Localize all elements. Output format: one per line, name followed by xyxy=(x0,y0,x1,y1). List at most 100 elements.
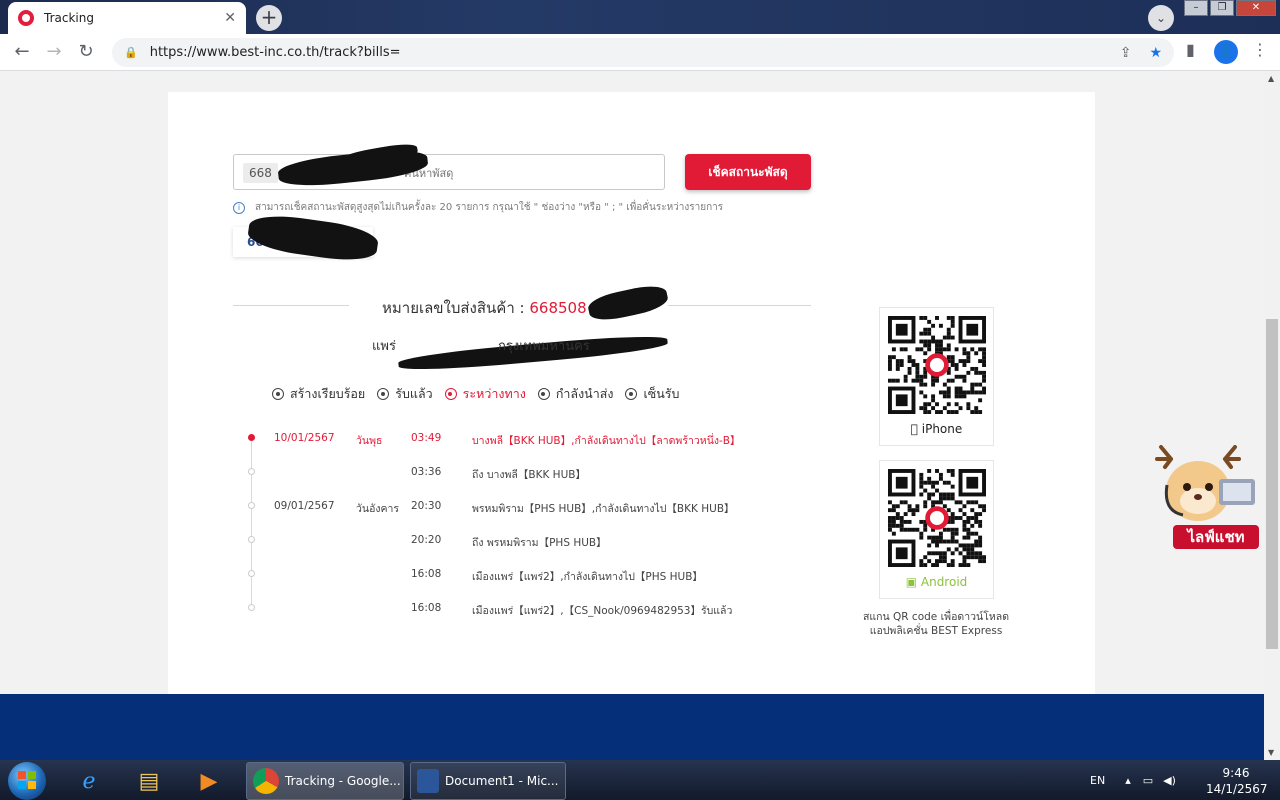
status-step-label: กำลังนำส่ง xyxy=(555,386,614,401)
step-radio-icon xyxy=(444,388,457,400)
internet-explorer-icon[interactable]: ℯ xyxy=(62,763,116,799)
file-explorer-icon[interactable]: ▤ xyxy=(122,763,176,799)
apple-icon:  xyxy=(911,422,918,436)
event-description: ถึง บางพลี【BKK HUB】 xyxy=(472,469,586,481)
side-panel-icon[interactable]: ▮ xyxy=(1186,40,1195,59)
status-step: รับแล้ว xyxy=(377,384,433,404)
timeline-dot-icon xyxy=(248,536,255,543)
event-time: 20:30 xyxy=(411,500,442,512)
event-description: พรหมพิราม【PHS HUB】,กำลังเดินทางไป【BKK HU… xyxy=(472,503,735,515)
page-viewport: 668 ✕ เช็คสถานะพัสดุ i สามารถเช็คสถานะพั… xyxy=(0,71,1264,760)
back-icon[interactable]: ← xyxy=(10,41,34,65)
network-icon[interactable]: ▭ xyxy=(1143,774,1153,787)
timeline-event: 16:08 เมืองแพร่【แพร่2】,กำลังเดินทางไป【PHS… xyxy=(244,566,844,584)
status-steps: สร้างเรียบร้อย รับแล้ว ระหว่างทาง กำลังนำส่… xyxy=(272,384,691,404)
tracking-search-input[interactable] xyxy=(404,163,644,183)
mascot-deer-icon xyxy=(1155,445,1255,521)
media-player-icon[interactable]: ▶ xyxy=(182,763,236,799)
close-tab-icon[interactable]: ✕ xyxy=(224,10,236,26)
clock-time: 9:46 xyxy=(1222,766,1250,780)
timeline-event: 10/01/2567 วันพุธ 03:49 บางพลี【BKK HUB】,กำล… xyxy=(244,430,844,448)
timeline-event: 09/01/2567 วันอังคาร 20:30 พรหมพิราม【PHS HU… xyxy=(244,498,844,516)
ios-qr-card[interactable]:  iPhone xyxy=(879,307,994,446)
url-text[interactable]: https://www.best-inc.co.th/track?bills= xyxy=(150,45,1102,60)
waybill-number: 668508 xyxy=(529,299,587,317)
address-bar[interactable]: 🔒 https://www.best-inc.co.th/track?bills… xyxy=(112,38,1174,67)
taskbar-clock[interactable]: 9:46 14/1/2567 xyxy=(1206,765,1268,797)
best-favicon-icon xyxy=(18,10,34,26)
qr-caption-line2: แอปพลิเคชั่น BEST Express xyxy=(869,625,1003,637)
waybill-label: หมายเลขใบส่งสินค้า : xyxy=(382,299,525,317)
language-indicator[interactable]: EN xyxy=(1090,774,1105,787)
profile-avatar[interactable]: 👤 xyxy=(1214,40,1238,64)
search-hint: i สามารถเช็คสถานะพัสดุสูงสุดไม่เกินครั้ง… xyxy=(233,200,723,215)
step-radio-icon xyxy=(377,388,390,400)
minimize-button[interactable]: – xyxy=(1184,0,1208,16)
destination-city: กรุงเทพมหานคร xyxy=(498,339,590,354)
scroll-thumb[interactable] xyxy=(1266,319,1278,649)
scroll-up-arrow-icon[interactable]: ▲ xyxy=(1268,74,1274,83)
tray-expand-icon[interactable]: ▴ xyxy=(1125,774,1131,787)
event-description: บางพลี【BKK HUB】,กำลังเดินทางไป【ลาดพร้าวห… xyxy=(472,435,741,447)
event-description: เมืองแพร่【แพร่2】,กำลังเดินทางไป【PHS HUB】 xyxy=(472,571,703,583)
start-button[interactable] xyxy=(8,762,46,800)
timeline-dot-icon xyxy=(248,604,255,611)
timeline-dot-icon xyxy=(248,468,255,475)
event-day: วันพุธ xyxy=(356,435,383,447)
status-step-label: รับแล้ว xyxy=(395,386,433,401)
info-icon: i xyxy=(233,201,245,214)
menu-kebab-icon[interactable]: ⋮ xyxy=(1252,40,1268,59)
status-step: สร้างเรียบร้อย xyxy=(272,384,365,404)
bookmark-star-icon[interactable]: ★ xyxy=(1149,45,1162,61)
taskbar-chrome-task[interactable]: Tracking - Google... xyxy=(246,762,404,800)
status-step-label: สร้างเรียบร้อย xyxy=(290,386,366,401)
ios-qr-code xyxy=(888,316,986,414)
browser-titlebar: Tracking ✕ + ⌄ – ❐ ✕ xyxy=(0,0,1280,34)
new-tab-button[interactable]: + xyxy=(256,5,282,31)
event-time: 03:36 xyxy=(411,466,442,478)
tab-search-button[interactable]: ⌄ xyxy=(1148,5,1174,31)
tracking-number-chip[interactable]: 668 xyxy=(243,163,278,183)
search-hint-text: สามารถเช็คสถานะพัสดุสูงสุดไม่เกินครั้งละ… xyxy=(255,202,724,213)
live-chat-widget[interactable]: ไลฟ์แชท xyxy=(1153,445,1261,553)
check-status-button[interactable]: เช็คสถานะพัสดุ xyxy=(685,154,811,190)
origin-city: แพร่ xyxy=(372,339,396,354)
browser-tab[interactable]: Tracking ✕ xyxy=(8,2,246,34)
restore-button[interactable]: ❐ xyxy=(1210,0,1234,16)
system-tray: EN ▴ ▭ ◀) xyxy=(1090,760,1176,800)
step-radio-icon xyxy=(537,388,550,400)
android-label: ▣ Android xyxy=(905,575,968,589)
scroll-down-arrow-icon[interactable]: ▼ xyxy=(1268,748,1274,757)
browser-toolbar: ← → ↻ 🔒 https://www.best-inc.co.th/track… xyxy=(0,34,1280,71)
windows-logo-icon xyxy=(18,771,36,789)
reload-icon[interactable]: ↻ xyxy=(74,41,98,65)
taskbar-word-task[interactable]: Document1 - Mic... xyxy=(410,762,566,800)
window-controls: – ❐ ✕ xyxy=(1182,0,1276,16)
windows-taskbar: ℯ ▤ ▶ Tracking - Google... Document1 - M… xyxy=(0,760,1280,800)
word-icon xyxy=(417,769,439,793)
waybill-heading: หมายเลขใบส่งสินค้า : 668508 xyxy=(382,296,587,320)
android-icon: ▣ xyxy=(905,575,918,589)
page-scrollbar[interactable]: ▲ ▼ xyxy=(1264,71,1280,760)
timeline-event: 03:36 ถึง บางพลี【BKK HUB】 xyxy=(244,464,844,482)
event-time: 16:08 xyxy=(411,602,442,614)
share-icon[interactable]: ⇪ xyxy=(1120,45,1132,61)
live-chat-label[interactable]: ไลฟ์แชท xyxy=(1173,525,1259,549)
event-description: เมืองแพร่【แพร่2】,【CS_Nook/0969482953】รับ… xyxy=(472,605,733,617)
timeline-dot-icon xyxy=(248,502,255,509)
timeline-dot-icon xyxy=(248,434,255,441)
lock-icon[interactable]: 🔒 xyxy=(124,46,138,59)
timeline-event: 16:08 เมืองแพร่【แพร่2】,【CS_Nook/096948295… xyxy=(244,600,844,618)
status-step: เซ็นรับ xyxy=(625,384,679,404)
forward-icon[interactable]: → xyxy=(42,41,66,65)
ios-label:  iPhone xyxy=(880,422,993,436)
android-qr-card[interactable]: ▣ Android xyxy=(879,460,994,599)
timeline-event: 20:20 ถึง พรหมพิราม【PHS HUB】 xyxy=(244,532,844,550)
divider-line xyxy=(668,305,811,306)
event-time: 03:49 xyxy=(411,432,442,444)
status-step-label: ระหว่างทาง xyxy=(462,386,526,401)
close-window-button[interactable]: ✕ xyxy=(1236,0,1276,16)
chrome-icon xyxy=(253,768,279,794)
volume-icon[interactable]: ◀) xyxy=(1163,774,1176,787)
word-task-label: Document1 - Mic... xyxy=(445,774,559,788)
